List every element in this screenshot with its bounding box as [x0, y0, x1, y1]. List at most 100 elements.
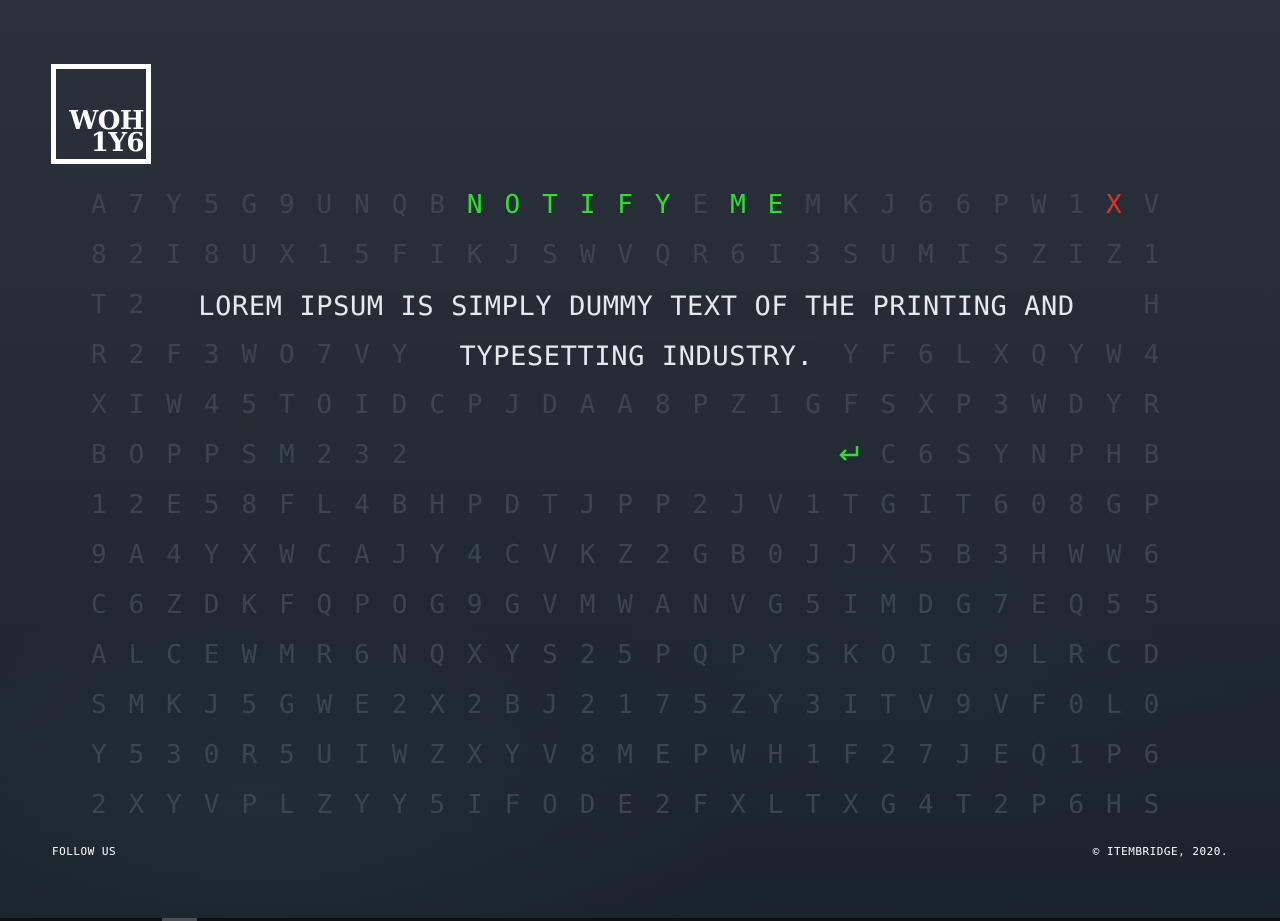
grid-letter: 2 — [466, 690, 483, 720]
grid-letter: 8 — [579, 740, 596, 770]
grid-letter: X — [880, 540, 897, 570]
grid-letter: J — [203, 690, 220, 720]
grid-letter: K — [241, 590, 257, 620]
grid-letter: G — [692, 540, 709, 570]
grid-letter: P — [1030, 790, 1047, 820]
grid-letter: X — [466, 640, 483, 670]
grid-letter: 4 — [354, 490, 370, 520]
grid-letter: Z — [429, 740, 445, 770]
grid-letter: D — [1143, 640, 1160, 670]
grid-letter: S — [542, 240, 558, 270]
grid-letter: L — [767, 790, 784, 820]
grid-letter: Z — [617, 540, 633, 570]
grid-letter: N — [391, 640, 408, 670]
grid-letter: J — [880, 190, 897, 220]
grid-letter: 1 — [90, 490, 107, 520]
grid-letter: B — [730, 540, 746, 570]
grid-letter: 5 — [805, 590, 821, 620]
grid-letter: A — [617, 390, 633, 420]
close-button[interactable]: X — [1095, 180, 1133, 230]
grid-letter: B — [429, 190, 445, 220]
grid-letter: 2 — [128, 240, 145, 270]
grid-letter: V — [767, 490, 784, 520]
grid-letter: R — [90, 340, 107, 370]
grid-letter: W — [730, 740, 746, 770]
grid-letter: V — [918, 690, 934, 720]
grid-letter: J — [579, 490, 596, 520]
grid-letter: 1 — [1143, 240, 1160, 270]
grid-letter: 0 — [203, 740, 220, 770]
grid-letter: W — [1106, 540, 1122, 570]
grid-letter: P — [692, 740, 709, 770]
grid-letter: 4 — [466, 540, 483, 570]
grid-letter: P — [692, 390, 709, 420]
return-arrow-icon[interactable] — [836, 440, 862, 466]
grid-letter: L — [316, 490, 333, 520]
grid-letter: G — [955, 590, 972, 620]
grid-letter: W — [579, 240, 596, 270]
grid-letter: 5 — [918, 540, 934, 570]
grid-letter: M — [579, 590, 596, 620]
grid-letter: 5 — [241, 390, 257, 420]
grid-letter: Z — [730, 390, 746, 420]
grid-letter: I — [429, 240, 445, 270]
grid-letter — [531, 430, 569, 480]
grid-letter — [719, 430, 757, 480]
grid-letter: Y — [993, 440, 1009, 470]
grid-letter: P — [654, 490, 671, 520]
notify-letter: O — [504, 190, 521, 220]
grid-letter: T — [90, 290, 107, 320]
grid-letter: I — [1068, 240, 1085, 270]
grid-letter: N — [1030, 440, 1047, 470]
grid-letter: G — [1106, 490, 1122, 520]
grid-letter: K — [579, 540, 596, 570]
grid-letter: 1 — [617, 690, 633, 720]
grid-letter: O — [391, 590, 408, 620]
grid-letter: 0 — [1068, 690, 1085, 720]
grid-letter: W — [617, 590, 633, 620]
grid-letter: 4 — [203, 390, 220, 420]
grid-letter: M — [918, 240, 934, 270]
grid-letter: 2 — [692, 490, 709, 520]
grid-letter: M — [278, 440, 295, 470]
grid-letter: T — [805, 790, 821, 820]
grid-letter: 1 — [1068, 190, 1085, 220]
notify-letter: Y — [654, 190, 671, 220]
grid-letter: P — [1068, 440, 1085, 470]
logo[interactable]: WOH 1Y6 — [51, 64, 151, 164]
grid-letter: S — [993, 240, 1009, 270]
grid-letter: 9 — [955, 690, 972, 720]
grid-letter: F — [391, 240, 408, 270]
grid-letter: P — [993, 190, 1009, 220]
grid-letter: M — [278, 640, 295, 670]
grid-letter: 6 — [730, 240, 746, 270]
grid-letter: 4 — [1143, 340, 1160, 370]
grid-letter: 5 — [203, 190, 220, 220]
grid-letter: W — [316, 690, 333, 720]
grid-letter: R — [1143, 390, 1160, 420]
grid-letter: C — [880, 440, 897, 470]
grid-letter: 8 — [203, 240, 220, 270]
grid-letter: S — [880, 390, 897, 420]
grid-letter: C — [504, 540, 521, 570]
grid-letter: Y — [1106, 390, 1122, 420]
grid-letter: X — [90, 390, 107, 420]
grid-letter: 0 — [1030, 490, 1047, 520]
grid-letter: E — [166, 490, 182, 520]
grid-letter: V — [542, 540, 558, 570]
follow-us-link[interactable]: FOLLOW US — [52, 845, 116, 858]
grid-letter: T — [542, 490, 558, 520]
grid-letter: P — [466, 390, 483, 420]
grid-letter: 7 — [993, 590, 1009, 620]
grid-letter: S — [90, 690, 107, 720]
grid-letter — [569, 430, 607, 480]
grid-letter: J — [730, 490, 746, 520]
grid-letter: L — [1030, 640, 1047, 670]
grid-letter: E — [692, 190, 709, 220]
grid-letter: Z — [1106, 240, 1122, 270]
grid-letter: H — [1106, 440, 1122, 470]
grid-letter: 5 — [1143, 590, 1160, 620]
grid-letter: Z — [316, 790, 333, 820]
grid-letter: H — [1030, 540, 1047, 570]
grid-letter: 2 — [993, 790, 1009, 820]
